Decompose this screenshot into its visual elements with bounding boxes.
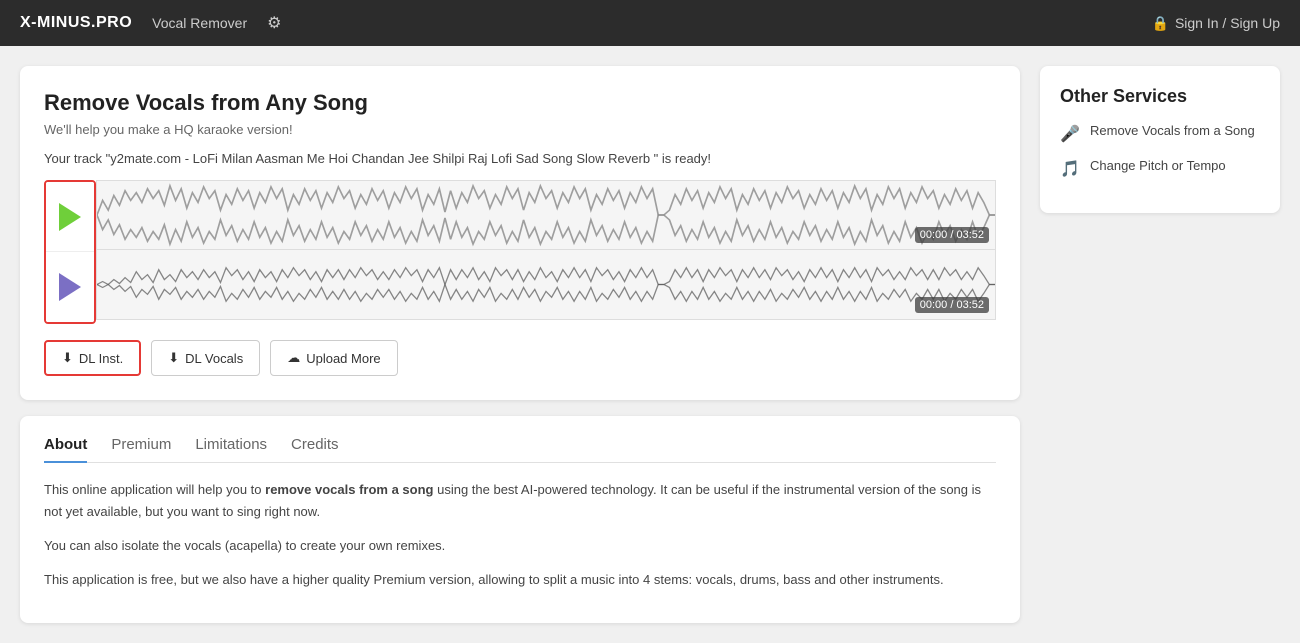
content-left: Remove Vocals from Any Song We'll help y… (20, 66, 1020, 623)
page-title: Remove Vocals from Any Song (44, 90, 996, 116)
tab-limitations[interactable]: Limitations (195, 436, 267, 462)
sidebar-item-remove-vocals-label: Remove Vocals from a Song (1090, 123, 1255, 138)
gear-icon[interactable]: ⚙ (267, 13, 281, 33)
sidebar-item-remove-vocals[interactable]: 🎤 Remove Vocals from a Song (1060, 123, 1260, 144)
download-inst-icon: ⬇ (62, 350, 73, 366)
about-paragraph-3: This application is free, but we also ha… (44, 569, 996, 591)
sign-in-label: Sign In / Sign Up (1175, 15, 1280, 31)
dl-vocals-label: DL Vocals (185, 351, 243, 366)
sidebar-card: Other Services 🎤 Remove Vocals from a So… (1040, 66, 1280, 213)
play-green-icon (59, 203, 81, 231)
about-paragraph-1: This online application will help you to… (44, 479, 996, 523)
play-vocals-button[interactable] (46, 252, 94, 322)
about-card: About Premium Limitations Credits This o… (20, 416, 1020, 623)
sidebar-title: Other Services (1060, 86, 1260, 107)
upload-more-button[interactable]: ☁ Upload More (270, 340, 397, 376)
play-purple-icon (59, 273, 81, 301)
pitch-tempo-icon: 🎵 (1060, 159, 1080, 179)
track-ready-text: Your track "y2mate.com - LoFi Milan Aasm… (44, 151, 996, 166)
play-instrumental-button[interactable] (46, 182, 94, 252)
play-buttons-group (44, 180, 96, 324)
sidebar-item-pitch-tempo-label: Change Pitch or Tempo (1090, 158, 1226, 173)
vocals-time: 00:00 / 03:52 (915, 297, 989, 313)
sidebar: Other Services 🎤 Remove Vocals from a So… (1040, 66, 1280, 623)
download-vocals-icon: ⬇ (168, 350, 179, 366)
sign-in-button[interactable]: 🔒 Sign In / Sign Up (1152, 15, 1281, 32)
site-logo[interactable]: X-MINUS.PRO (20, 14, 132, 32)
dl-inst-button[interactable]: ⬇ DL Inst. (44, 340, 141, 376)
instrumental-waveform: // Will be drawn via inline rects 00:00 … (96, 180, 996, 250)
waveform-container: // Will be drawn via inline rects 00:00 … (44, 180, 996, 324)
tabs-row: About Premium Limitations Credits (44, 436, 996, 463)
microphone-icon: 🎤 (1060, 124, 1080, 144)
tab-about[interactable]: About (44, 436, 87, 463)
sidebar-item-pitch-tempo[interactable]: 🎵 Change Pitch or Tempo (1060, 158, 1260, 179)
main-layout: Remove Vocals from Any Song We'll help y… (0, 46, 1300, 643)
instrumental-time: 00:00 / 03:52 (915, 227, 989, 243)
upload-icon: ☁ (287, 350, 300, 366)
tab-premium[interactable]: Premium (111, 436, 171, 462)
vocals-waveform: 00:00 / 03:52 (96, 250, 996, 320)
header: X-MINUS.PRO Vocal Remover ⚙ 🔒 Sign In / … (0, 0, 1300, 46)
about-text: This online application will help you to… (44, 479, 996, 591)
dl-vocals-button[interactable]: ⬇ DL Vocals (151, 340, 260, 376)
header-left: X-MINUS.PRO Vocal Remover ⚙ (20, 13, 281, 33)
main-card: Remove Vocals from Any Song We'll help y… (20, 66, 1020, 400)
upload-more-label: Upload More (306, 351, 380, 366)
about-paragraph-2: You can also isolate the vocals (acapell… (44, 535, 996, 557)
vocals-waveform-svg (97, 250, 995, 319)
instrumental-waveform-svg: // Will be drawn via inline rects (97, 181, 995, 249)
lock-icon: 🔒 (1152, 15, 1169, 32)
dl-inst-label: DL Inst. (79, 351, 123, 366)
vocal-remover-nav[interactable]: Vocal Remover (152, 15, 247, 31)
page-subtitle: We'll help you make a HQ karaoke version… (44, 122, 996, 137)
action-buttons: ⬇ DL Inst. ⬇ DL Vocals ☁ Upload More (44, 340, 996, 376)
waveforms: // Will be drawn via inline rects 00:00 … (96, 180, 996, 324)
tab-credits[interactable]: Credits (291, 436, 339, 462)
